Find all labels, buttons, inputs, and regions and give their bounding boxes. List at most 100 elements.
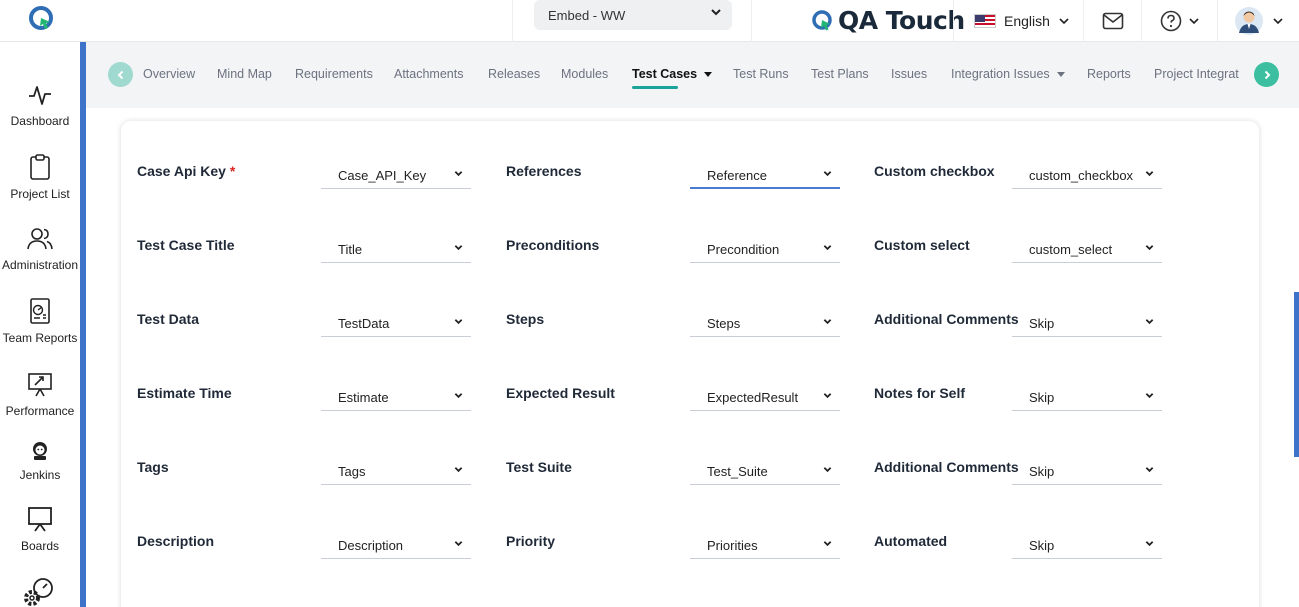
tab-issues[interactable]: Issues bbox=[891, 67, 927, 81]
field-label: Automated bbox=[874, 533, 947, 549]
page-scrollbar-thumb[interactable] bbox=[1294, 292, 1299, 457]
field-label: Tags bbox=[137, 459, 169, 475]
select-value: Priorities bbox=[707, 538, 758, 553]
field-select-references[interactable]: Reference bbox=[690, 155, 840, 189]
select-value: Case_API_Key bbox=[338, 168, 427, 183]
field-select-tags[interactable]: Tags bbox=[321, 451, 471, 485]
chevron-down-icon bbox=[1145, 393, 1154, 399]
us-flag-icon bbox=[974, 14, 996, 28]
sidebar-item-label: Project List bbox=[10, 187, 70, 201]
tabs-scroll-right-button[interactable] bbox=[1254, 62, 1279, 87]
tab-attachments[interactable]: Attachments bbox=[394, 67, 463, 81]
tab-label: Releases bbox=[488, 67, 541, 81]
tab-label: Reports bbox=[1087, 67, 1131, 81]
field-select-test-case-title[interactable]: Title bbox=[321, 229, 471, 263]
field-label: Priority bbox=[506, 533, 555, 549]
field-select-description[interactable]: Description bbox=[321, 525, 471, 559]
field-label: Expected Result bbox=[506, 385, 615, 401]
tab-integration-issues[interactable]: Integration Issues bbox=[951, 67, 1065, 81]
field-label: Preconditions bbox=[506, 237, 599, 253]
field-select-custom-checkbox[interactable]: custom_checkbox bbox=[1012, 155, 1162, 189]
field-select-automated[interactable]: Skip bbox=[1012, 525, 1162, 559]
users-icon bbox=[27, 228, 53, 250]
tab-overview[interactable]: Overview bbox=[143, 67, 195, 81]
select-value: TestData bbox=[338, 316, 390, 331]
tab-test-plans[interactable]: Test Plans bbox=[811, 67, 869, 81]
tab-modules[interactable]: Modules bbox=[561, 67, 608, 81]
tab-project-integrations[interactable]: Project Integrat bbox=[1154, 67, 1254, 81]
chevron-down-icon bbox=[454, 541, 463, 547]
brand-name: QA Touch bbox=[838, 5, 965, 35]
chevron-right-icon bbox=[1264, 70, 1270, 79]
project-tabs-bar: Overview Mind Map Requirements Attachmen… bbox=[86, 42, 1299, 108]
field-select-test-suite[interactable]: Test_Suite bbox=[690, 451, 840, 485]
field-label: Test Case Title bbox=[137, 237, 235, 253]
avatar bbox=[1234, 7, 1263, 35]
tab-requirements[interactable]: Requirements bbox=[295, 67, 373, 81]
settings-gear-icon bbox=[24, 578, 53, 606]
board-icon bbox=[28, 507, 52, 532]
field-select-steps[interactable]: Steps bbox=[690, 303, 840, 337]
chevron-down-icon bbox=[823, 393, 832, 399]
messages-button[interactable] bbox=[1083, 0, 1141, 42]
sidebar-item-performance[interactable]: Performance bbox=[0, 370, 80, 418]
field-select-additional-comments-2[interactable]: Skip bbox=[1012, 451, 1162, 485]
field-label: Steps bbox=[506, 311, 544, 327]
tab-mind-map[interactable]: Mind Map bbox=[217, 67, 272, 81]
select-value: Skip bbox=[1029, 316, 1055, 331]
field-label-text: Preconditions bbox=[506, 237, 600, 253]
sidebar-item-label: Boards bbox=[20, 539, 60, 553]
sidebar-item-team-reports[interactable]: Team Reports bbox=[0, 297, 80, 345]
help-icon bbox=[1160, 10, 1181, 32]
sidebar-edge bbox=[80, 42, 86, 607]
field-label-text: References bbox=[506, 163, 582, 179]
sidebar-item-settings[interactable] bbox=[0, 576, 80, 607]
chevron-down-icon bbox=[1145, 541, 1154, 547]
tab-test-runs[interactable]: Test Runs bbox=[733, 67, 789, 81]
sidebar-item-jenkins[interactable]: Jenkins bbox=[0, 440, 80, 482]
help-button[interactable] bbox=[1141, 0, 1217, 42]
language-selector[interactable]: English bbox=[953, 0, 1083, 42]
field-label-text: Test Data bbox=[137, 311, 199, 327]
chevron-down-icon bbox=[454, 319, 463, 325]
sidebar-item-project-list[interactable]: Project List bbox=[0, 153, 80, 201]
field-select-case-api-key[interactable]: Case_API_Key bbox=[321, 155, 471, 189]
field-label-text: Test Case Title bbox=[137, 237, 235, 253]
field-select-additional-comments[interactable]: Skip bbox=[1012, 303, 1162, 337]
field-label-text: Test Suite bbox=[506, 459, 572, 475]
field-select-notes-for-self[interactable]: Skip bbox=[1012, 377, 1162, 411]
field-select-estimate-time[interactable]: Estimate bbox=[321, 377, 471, 411]
chevron-left-icon bbox=[117, 70, 123, 79]
tab-label: Overview bbox=[143, 67, 196, 81]
field-label: Custom select bbox=[874, 237, 970, 253]
top-bar: Embed - WW QA Touch English bbox=[0, 0, 1299, 42]
field-label: Case Api Key * bbox=[137, 163, 235, 179]
field-label: Additional Comments bbox=[874, 311, 1019, 327]
chevron-down-icon bbox=[454, 171, 463, 177]
select-value: custom_select bbox=[1029, 242, 1113, 257]
chevron-down-icon bbox=[1145, 319, 1154, 325]
project-select[interactable]: Embed - WW bbox=[534, 0, 732, 30]
tabs-scroll-left-button[interactable] bbox=[108, 62, 133, 87]
user-menu-button[interactable] bbox=[1217, 0, 1299, 42]
tab-test-cases[interactable]: Test Cases bbox=[632, 67, 713, 81]
chevron-down-icon bbox=[1145, 467, 1154, 473]
field-select-priority[interactable]: Priorities bbox=[690, 525, 840, 559]
field-label-text: Description bbox=[137, 533, 215, 549]
field-select-expected-result[interactable]: ExpectedResult bbox=[690, 377, 840, 411]
field-label-text: Case Api Key bbox=[137, 163, 226, 179]
field-label-text: Priority bbox=[506, 533, 556, 549]
tab-reports[interactable]: Reports bbox=[1087, 67, 1131, 81]
brand-logo: QA Touch bbox=[812, 2, 965, 38]
qa-touch-logo-icon[interactable] bbox=[28, 4, 56, 32]
field-select-test-data[interactable]: TestData bbox=[321, 303, 471, 337]
sidebar-item-boards[interactable]: Boards bbox=[0, 505, 80, 553]
field-label: Estimate Time bbox=[137, 385, 232, 401]
sidebar-item-administration[interactable]: Administration bbox=[0, 226, 80, 272]
sidebar-item-dashboard[interactable]: Dashboard bbox=[0, 82, 80, 128]
tab-releases[interactable]: Releases bbox=[488, 67, 540, 81]
field-label: References bbox=[506, 163, 582, 179]
field-select-preconditions[interactable]: Precondition bbox=[690, 229, 840, 263]
field-label: Test Suite bbox=[506, 459, 572, 475]
field-select-custom-select[interactable]: custom_select bbox=[1012, 229, 1162, 263]
